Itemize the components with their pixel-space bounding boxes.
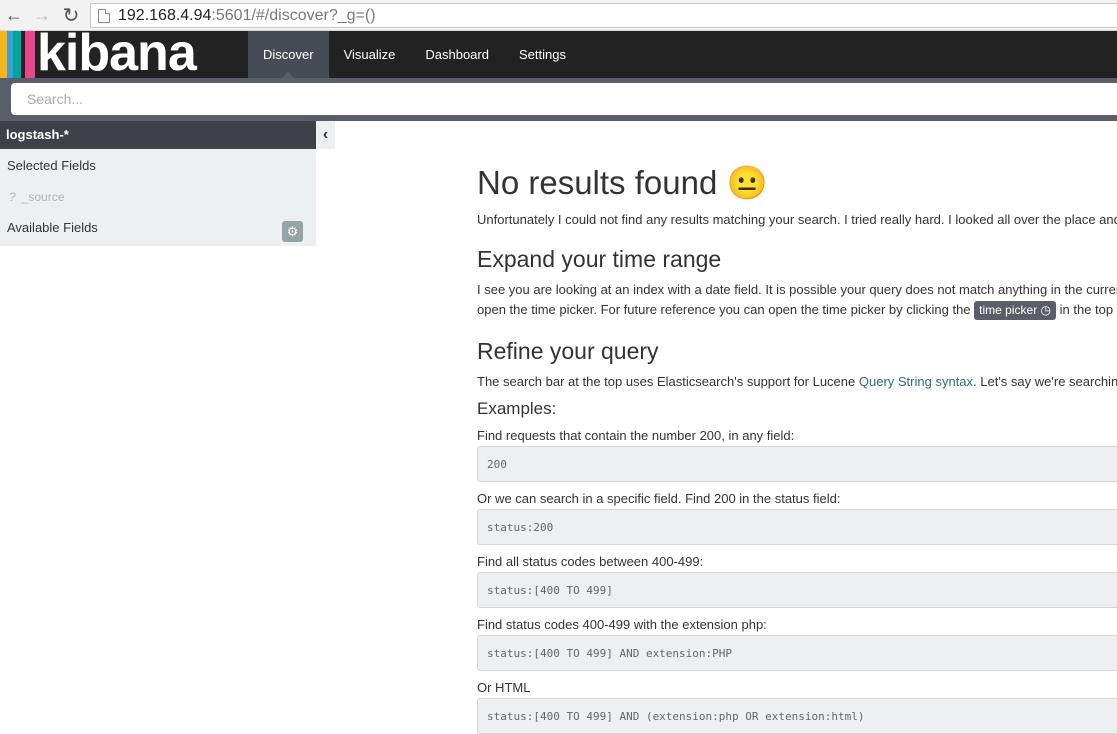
field-item-source[interactable]: ? _source <box>9 190 64 204</box>
time-range-text-2: open the time picker. For future referen… <box>477 300 1117 320</box>
example-desc: Find requests that contain the number 20… <box>477 428 795 443</box>
page-title: No results found 😐 <box>477 160 768 206</box>
tab-discover[interactable]: Discover <box>248 31 329 78</box>
refine-text-pre: The search bar at the top uses Elasticse… <box>477 374 856 389</box>
logo-stripe <box>0 31 7 78</box>
time-text-post: in the top right corner of your screen. <box>1059 302 1117 317</box>
forward-arrow-icon[interactable]: → <box>31 4 53 26</box>
logo-stripe <box>13 31 21 78</box>
time-text-pre: open the time picker. For future referen… <box>477 302 971 317</box>
index-pattern-title[interactable]: logstash-* <box>0 121 316 149</box>
intro-text: Unfortunately I could not find any resul… <box>477 212 1117 227</box>
neutral-face-icon: 😐 <box>726 164 768 201</box>
tab-visualize[interactable]: Visualize <box>329 31 411 78</box>
kibana-navbar: kibana Discover Visualize Dashboard Sett… <box>0 24 1117 82</box>
field-type-icon: ? <box>9 190 16 204</box>
url-host: 192.168.4.94 <box>118 6 212 24</box>
field-name: _source <box>21 190 65 204</box>
example-query[interactable]: status:[400 TO 499] AND extension:PHP <box>477 635 1117 671</box>
example-desc: Or HTML <box>477 680 531 695</box>
address-bar[interactable]: 192.168.4.94:5601/#/discover?_g=() <box>90 3 1117 28</box>
clock-icon: ◷ <box>1040 303 1052 317</box>
search-bar-row <box>0 78 1117 121</box>
available-fields-heading: Available Fields <box>7 220 98 235</box>
query-string-syntax-link[interactable]: Query String syntax <box>859 374 973 389</box>
reload-icon[interactable]: ↻ <box>60 4 82 27</box>
gear-icon[interactable]: ⚙ <box>282 221 303 242</box>
collapse-sidebar-chevron-icon[interactable]: ‹ <box>316 121 335 149</box>
url-path: :5601/#/discover?_g=() <box>211 6 376 24</box>
main-nav: Discover Visualize Dashboard Settings <box>248 31 581 78</box>
example-desc: Find status codes 400-499 with the exten… <box>477 617 767 632</box>
time-picker-badge[interactable]: time picker ◷ <box>974 301 1057 320</box>
refine-text: The search bar at the top uses Elasticse… <box>477 372 1117 392</box>
example-desc: Find all status codes between 400-499: <box>477 554 704 569</box>
selected-fields-heading: Selected Fields <box>7 158 96 173</box>
time-range-heading: Expand your time range <box>477 246 722 272</box>
example-query[interactable]: 200 <box>477 446 1117 482</box>
field-sidebar: logstash-* Selected Fields ? _source Avai… <box>0 121 316 246</box>
refine-heading: Refine your query <box>477 338 659 364</box>
refine-text-post: . Let's say we're searching web server l… <box>973 374 1117 389</box>
example-query[interactable]: status:[400 TO 499] <box>477 572 1117 608</box>
example-desc: Or we can search in a specific field. Fi… <box>477 491 841 506</box>
logo-wordmark: kibana <box>37 24 197 82</box>
title-text: No results found <box>477 164 718 201</box>
example-query[interactable]: status:[400 TO 499] AND (extension:php O… <box>477 698 1117 734</box>
no-results-panel: No results found 😐 Unfortunately I could… <box>477 160 1117 734</box>
time-range-text-1: I see you are looking at an index with a… <box>477 282 1117 297</box>
logo-stripe <box>25 31 35 78</box>
kibana-logo[interactable]: kibana <box>0 24 197 82</box>
back-arrow-icon[interactable]: ← <box>3 4 25 26</box>
tab-settings[interactable]: Settings <box>504 31 581 78</box>
examples-label: Examples: <box>477 399 557 418</box>
time-picker-label: time picker <box>979 303 1038 317</box>
search-input[interactable] <box>11 83 1117 115</box>
example-query[interactable]: status:200 <box>477 509 1117 545</box>
page-icon <box>98 8 110 23</box>
tab-dashboard[interactable]: Dashboard <box>410 31 504 78</box>
